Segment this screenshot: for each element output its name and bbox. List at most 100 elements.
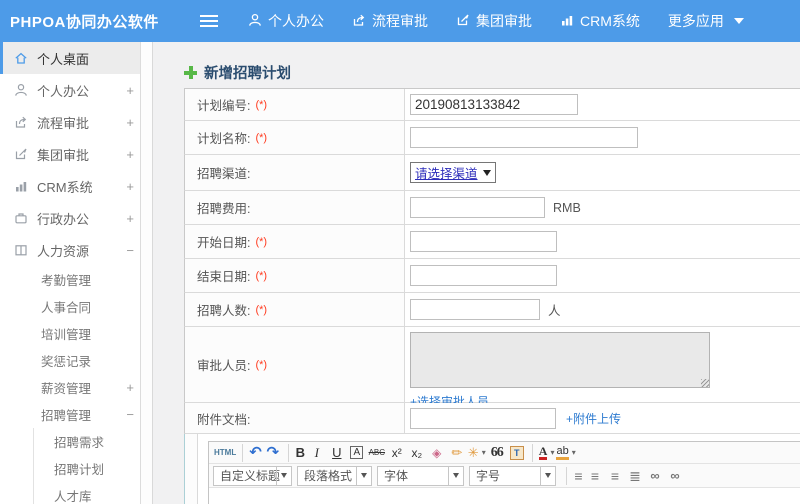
- font-size-select[interactable]: 字号: [469, 465, 556, 486]
- strikethrough-button[interactable]: ABC: [368, 444, 386, 462]
- expand-toggle[interactable]: +: [126, 380, 134, 395]
- nav-more-apps[interactable]: 更多应用: [668, 11, 744, 31]
- undo-button[interactable]: ↶: [242, 443, 262, 462]
- form-row-plan-number: 计划编号: (*): [184, 89, 800, 121]
- expand-toggle[interactable]: +: [126, 179, 134, 194]
- align-justify-button[interactable]: ≣: [626, 467, 644, 485]
- required-mark: (*): [255, 303, 268, 316]
- headcount-suffix: 人: [548, 304, 561, 318]
- expand-toggle[interactable]: −: [126, 407, 134, 422]
- approvers-textarea[interactable]: [410, 332, 710, 388]
- expand-toggle[interactable]: +: [126, 83, 134, 98]
- custom-heading-select[interactable]: 自定义标题: [213, 465, 292, 486]
- underline-button[interactable]: U: [328, 444, 346, 462]
- bold-button[interactable]: B: [287, 443, 306, 462]
- sidebar-subitem-label: 招聘计划: [54, 463, 105, 477]
- end-date-input[interactable]: [410, 265, 557, 286]
- channel-select-value: 请选择渠道: [415, 167, 478, 181]
- font-family-select[interactable]: 字体: [377, 465, 464, 486]
- home-icon: [14, 51, 28, 65]
- html-source-button[interactable]: HTML: [214, 444, 236, 462]
- sidebar-subitem-label: 人事合同: [41, 301, 92, 315]
- collapse-toggle[interactable]: −: [126, 243, 134, 258]
- sidebar-item-attendance-management[interactable]: 考勤管理: [0, 266, 152, 293]
- field-label: 招聘费用:: [197, 202, 251, 216]
- chevron-down-icon: [482, 169, 491, 176]
- expand-toggle[interactable]: +: [126, 115, 134, 130]
- recruit-cost-input[interactable]: [410, 197, 545, 218]
- format-painter-button[interactable]: ✳: [468, 444, 486, 462]
- resize-handle[interactable]: [701, 379, 709, 387]
- attachment-input[interactable]: [410, 407, 556, 429]
- sidebar-item-label: 行政办公: [37, 211, 90, 227]
- required-mark: (*): [255, 358, 268, 371]
- editor-content-area[interactable]: [209, 488, 800, 504]
- sidebar-item-reward-punishment-records[interactable]: 奖惩记录: [0, 347, 152, 374]
- font-color-button[interactable]: A: [531, 443, 555, 462]
- format-brush-button[interactable]: ✏: [448, 444, 466, 462]
- sidebar-item-salary-management[interactable]: 薪资管理 +: [0, 374, 152, 401]
- field-label: 审批人员:: [197, 359, 251, 373]
- edit-icon: [456, 13, 470, 30]
- blockquote-button[interactable]: 66: [488, 444, 506, 462]
- sidebar-item-group-approval[interactable]: 集团审批 +: [0, 138, 152, 170]
- paste-plain-text-button[interactable]: T: [508, 444, 526, 462]
- sidebar-subitem-label: 人才库: [54, 490, 92, 504]
- headcount-input[interactable]: [410, 299, 540, 320]
- expand-toggle[interactable]: +: [126, 147, 134, 162]
- nav-workflow-approval[interactable]: 流程审批: [352, 11, 428, 31]
- align-center-button[interactable]: ≡: [586, 467, 604, 485]
- nav-group-approval[interactable]: 集团审批: [456, 11, 532, 31]
- attachment-upload-link[interactable]: +附件上传: [566, 410, 621, 427]
- edit-icon: [14, 147, 28, 161]
- sidebar-item-label: 流程审批: [37, 115, 90, 131]
- chevron-down-icon: [448, 466, 463, 485]
- page-title-bar: 新增招聘计划: [154, 42, 800, 88]
- sidebar-item-hr-contract[interactable]: 人事合同: [0, 293, 152, 320]
- superscript-button[interactable]: x²: [388, 444, 406, 462]
- chevron-down-icon: [356, 466, 371, 485]
- sidebar-item-personal-office[interactable]: 个人办公 +: [0, 74, 152, 106]
- sidebar-item-crm-system[interactable]: CRM系统 +: [0, 170, 152, 202]
- font-frame-button[interactable]: A: [348, 444, 366, 462]
- sidebar-item-recruitment-demand[interactable]: 招聘需求: [34, 428, 152, 455]
- align-left-button[interactable]: ≡: [566, 466, 584, 485]
- link-button[interactable]: ∞: [646, 467, 664, 485]
- sidebar-item-label: 集团审批: [37, 147, 90, 163]
- topbar: PHPOA协同办公软件 个人办公 流程审批 集团审批 CRM系统 更多应用: [0, 0, 800, 42]
- form-row-plan-name: 计划名称: (*): [184, 121, 800, 155]
- chevron-down-icon: [276, 466, 291, 485]
- eraser-button[interactable]: ◈: [428, 444, 446, 462]
- recruitment-submenu: 招聘需求 招聘计划 人才库: [33, 428, 152, 504]
- field-label: 附件文档:: [197, 412, 251, 427]
- channel-select[interactable]: 请选择渠道: [410, 162, 496, 183]
- sidebar-scrollbar-track[interactable]: [140, 42, 152, 504]
- paragraph-format-select[interactable]: 段落格式: [297, 465, 372, 486]
- menu-toggle-icon[interactable]: [200, 15, 218, 27]
- expand-toggle[interactable]: +: [126, 211, 134, 226]
- start-date-input[interactable]: [410, 231, 557, 252]
- redo-button[interactable]: ↷: [264, 444, 282, 462]
- sidebar-item-recruitment-management[interactable]: 招聘管理 −: [0, 401, 152, 428]
- sidebar-subitem-label: 招聘管理: [41, 409, 92, 423]
- plan-name-input[interactable]: [410, 127, 638, 148]
- sidebar-item-personal-desktop[interactable]: 个人桌面: [0, 42, 152, 74]
- sidebar-item-talent-pool[interactable]: 人才库: [34, 482, 152, 504]
- field-label: 招聘人数:: [197, 304, 251, 318]
- sidebar-item-recruitment-plan[interactable]: 招聘计划: [34, 455, 152, 482]
- subscript-button[interactable]: x₂: [408, 444, 426, 462]
- sidebar-item-label: CRM系统: [37, 179, 93, 195]
- unlink-button[interactable]: ∞: [666, 467, 684, 485]
- plan-number-input[interactable]: [410, 94, 578, 115]
- sidebar-item-administrative-office[interactable]: 行政办公 +: [0, 202, 152, 234]
- nav-crm-system[interactable]: CRM系统: [560, 11, 640, 31]
- sidebar-subitem-label: 考勤管理: [41, 274, 92, 288]
- sidebar-item-training-management[interactable]: 培训管理: [0, 320, 152, 347]
- sidebar-item-workflow-approval[interactable]: 流程审批 +: [0, 106, 152, 138]
- align-right-button[interactable]: ≡: [606, 467, 624, 485]
- highlight-color-button[interactable]: ab: [556, 444, 575, 462]
- sidebar-item-human-resources[interactable]: 人力资源 −: [0, 234, 152, 266]
- italic-button[interactable]: I: [308, 444, 326, 462]
- hr-submenu: 考勤管理 人事合同 培训管理 奖惩记录 薪资管理 + 招聘管理 −: [0, 266, 152, 428]
- nav-personal-office[interactable]: 个人办公: [248, 11, 324, 31]
